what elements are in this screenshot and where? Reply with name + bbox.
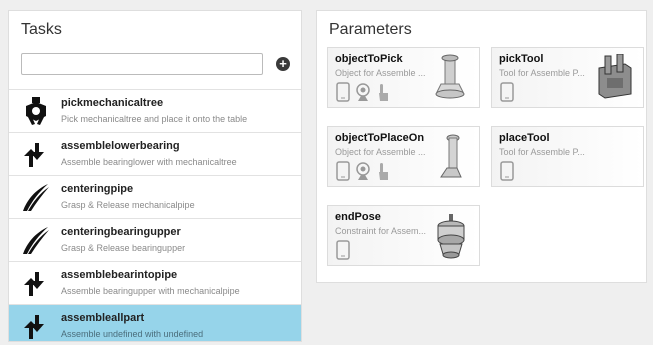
param-name: objectToPlaceOn: [335, 132, 425, 144]
tablet-icon[interactable]: [335, 161, 351, 181]
task-list: pickmechanicaltree Pick mechanicaltree a…: [9, 89, 301, 341]
param-card-objectToPick[interactable]: objectToPick Object for Assemble ...: [327, 47, 480, 108]
param-name: pickTool: [499, 53, 544, 65]
task-description: Pick mechanicaltree and place it onto th…: [61, 114, 248, 124]
param-description: Tool for Assemble P...: [499, 147, 585, 157]
param-description: Object for Assemble ...: [335, 147, 426, 157]
task-description: Assemble undefined with undefined: [61, 329, 204, 339]
task-item[interactable]: centeringbearingupper Grasp & Release be…: [9, 218, 301, 261]
assemble-arrows-icon: [24, 272, 44, 296]
task-name: pickmechanicaltree: [61, 97, 164, 109]
task-description: Assemble bearingupper with mechanicalpip…: [61, 286, 240, 296]
add-task-button[interactable]: +: [276, 57, 290, 71]
task-name: centeringbearingupper: [61, 226, 181, 238]
task-item[interactable]: centeringpipe Grasp & Release mechanical…: [9, 175, 301, 218]
tablet-icon[interactable]: [335, 82, 351, 102]
pipe-image: [440, 134, 462, 178]
tablet-icon[interactable]: [499, 82, 515, 102]
assemble-arrows-icon: [24, 143, 44, 167]
task-description: Assemble bearinglower with mechanicaltre…: [61, 157, 237, 167]
param-name: placeTool: [499, 132, 550, 144]
hand-icon[interactable]: [375, 161, 391, 181]
tablet-icon[interactable]: [499, 161, 515, 181]
param-name: objectToPick: [335, 53, 403, 65]
parameters-panel: Parameters objectToPick Object for Assem…: [316, 10, 647, 283]
mechanical-tree-image: [435, 54, 465, 99]
webcam-icon[interactable]: [355, 161, 371, 181]
task-description: Grasp & Release bearingupper: [61, 243, 186, 253]
gripper-tool-image: [598, 54, 632, 99]
webcam-icon[interactable]: [355, 82, 371, 102]
tasks-title: Tasks: [21, 21, 62, 38]
tablet-icon[interactable]: [335, 240, 351, 260]
task-search-input[interactable]: [21, 53, 263, 75]
param-name: endPose: [335, 211, 381, 223]
task-description: Grasp & Release mechanicalpipe: [61, 200, 195, 210]
param-card-pickTool[interactable]: pickTool Tool for Assemble P...: [491, 47, 644, 108]
task-item[interactable]: assemblelowerbearing Assemble bearinglow…: [9, 132, 301, 175]
task-name: centeringpipe: [61, 183, 134, 195]
tasks-panel: Tasks + pickmechanicaltree Pick mechanic…: [8, 10, 302, 342]
tweezers-icon: [23, 184, 49, 211]
param-card-objectToPlaceOn[interactable]: objectToPlaceOn Object for Assemble ...: [327, 126, 480, 187]
task-item-selected[interactable]: assembleallpart Assemble undefined with …: [9, 304, 301, 341]
param-card-placeTool[interactable]: placeTool Tool for Assemble P...: [491, 126, 644, 187]
param-description: Object for Assemble ...: [335, 68, 426, 78]
param-card-endPose[interactable]: endPose Constraint for Assem...: [327, 205, 480, 266]
assemble-arrows-icon: [24, 315, 44, 339]
task-name: assemblelowerbearing: [61, 140, 180, 152]
task-item[interactable]: pickmechanicaltree Pick mechanicaltree a…: [9, 89, 301, 132]
gripper-icon: [26, 97, 46, 125]
tweezers-icon: [23, 227, 49, 254]
param-description: Tool for Assemble P...: [499, 68, 585, 78]
param-description: Constraint for Assem...: [335, 226, 427, 236]
task-name: assembleallpart: [61, 312, 145, 324]
task-name: assemblebearintopipe: [61, 269, 178, 281]
hand-icon[interactable]: [375, 82, 391, 102]
parameters-title: Parameters: [329, 21, 412, 38]
task-item[interactable]: assemblebearintopipe Assemble bearingupp…: [9, 261, 301, 304]
bearing-assembly-image: [437, 214, 465, 259]
